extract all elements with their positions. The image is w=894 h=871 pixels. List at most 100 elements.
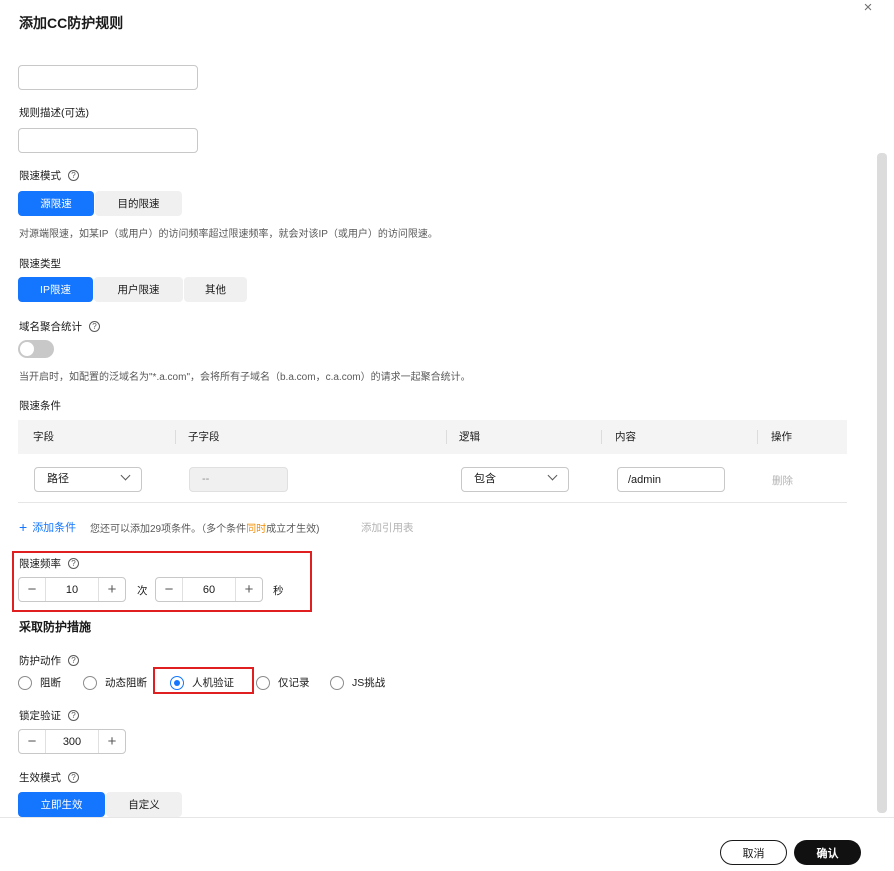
plus-icon[interactable]: + [98, 730, 125, 753]
rule-name-input[interactable] [18, 65, 198, 90]
conditions-hint: 您还可以添加29项条件。（多个条件同时成立才生效) [90, 520, 319, 535]
rule-desc-input[interactable] [18, 128, 198, 153]
limit-mode-option-source[interactable]: 源限速 [18, 191, 94, 216]
limit-mode-segment: 源限速 目的限速 [18, 191, 183, 216]
column-action: 操作 [771, 431, 792, 443]
logic-select-value: 包含 [474, 473, 496, 485]
rate-label-text: 限速频率 [19, 558, 61, 570]
limit-type-option-other[interactable]: 其他 [184, 277, 247, 302]
radio-label: JS挑战 [352, 677, 386, 689]
radio-label: 动态阻断 [105, 677, 147, 689]
limit-mode-description: 对源端限速，如某IP（或用户）的访问频率超过限速频率，就会对该IP（或用户）的访… [19, 229, 438, 240]
column-logic: 逻辑 [459, 431, 480, 443]
chevron-down-icon [547, 470, 558, 481]
lock-value[interactable]: 300 [46, 736, 98, 748]
effect-mode-option-custom[interactable]: 自定义 [106, 792, 182, 817]
column-separator [757, 430, 758, 444]
radio-circle [256, 675, 270, 690]
help-icon[interactable]: ? [68, 170, 79, 181]
add-condition-button[interactable]: + 添加条件 [19, 519, 76, 535]
cancel-button[interactable]: 取消 [720, 840, 787, 865]
column-separator [446, 430, 447, 444]
limit-mode-option-destination[interactable]: 目的限速 [95, 191, 182, 216]
conditions-table-header: 字段 子字段 逻辑 内容 操作 [18, 420, 847, 454]
domain-aggregation-label-text: 域名聚合统计 [19, 321, 82, 333]
lock-label-text: 锁定验证 [19, 710, 61, 722]
limit-mode-label-text: 限速模式 [19, 170, 61, 182]
limit-mode-label: 限速模式 ? [19, 168, 79, 183]
radio-label: 仅记录 [278, 677, 310, 689]
action-radio-block[interactable]: 阻断 [18, 675, 61, 690]
chevron-down-icon [120, 470, 131, 481]
help-icon[interactable]: ? [68, 558, 79, 569]
limit-type-option-ip[interactable]: IP限速 [18, 277, 93, 302]
content-input[interactable] [617, 467, 725, 492]
protection-action-label-text: 防护动作 [19, 655, 61, 667]
help-icon[interactable]: ? [89, 321, 100, 332]
add-reference-table-link[interactable]: 添加引用表 [361, 520, 414, 535]
radio-label: 阻断 [40, 677, 61, 689]
lock-stepper[interactable]: − 300 + [18, 729, 126, 754]
subfield-input: -- [189, 467, 288, 492]
domain-aggregation-toggle[interactable] [18, 340, 54, 358]
plus-icon[interactable]: + [98, 578, 125, 601]
action-radio-js-challenge[interactable]: JS挑战 [330, 675, 385, 690]
column-separator [175, 430, 176, 444]
confirm-button[interactable]: 确认 [794, 840, 861, 865]
delete-condition-link[interactable]: 删除 [772, 473, 793, 488]
column-separator [601, 430, 602, 444]
help-icon[interactable]: ? [68, 710, 79, 721]
hint-prefix: 您还可以添加29项条件。（多个条件 [90, 524, 247, 535]
field-select[interactable]: 路径 [34, 467, 142, 492]
lock-label: 锁定验证 ? [19, 708, 79, 723]
radio-circle [330, 675, 344, 690]
hint-highlight: 同时 [246, 524, 267, 535]
toggle-knob [20, 342, 34, 356]
hint-suffix: 成立才生效) [266, 524, 320, 535]
minus-icon[interactable]: − [19, 578, 46, 601]
add-condition-label: 添加条件 [32, 522, 77, 534]
minus-icon[interactable]: − [19, 730, 46, 753]
plus-icon: + [19, 519, 28, 535]
rate-count-unit: 次 [137, 585, 148, 597]
radio-circle [83, 675, 97, 690]
close-icon[interactable]: × [860, 0, 876, 16]
field-select-value: 路径 [47, 473, 69, 485]
minus-icon[interactable]: − [156, 578, 183, 601]
column-field: 字段 [33, 431, 54, 443]
rule-desc-label: 规则描述(可选) [19, 107, 89, 119]
effect-mode-segment: 立即生效 自定义 [18, 792, 183, 817]
effect-mode-option-immediate[interactable]: 立即生效 [18, 792, 105, 817]
domain-aggregation-label: 域名聚合统计 ? [19, 319, 100, 334]
dialog-title: 添加CC防护规则 [19, 15, 124, 31]
scrollbar[interactable] [877, 153, 887, 813]
limit-type-option-user[interactable]: 用户限速 [94, 277, 183, 302]
footer-divider [0, 817, 894, 818]
protection-action-label: 防护动作 ? [19, 653, 79, 668]
radio-label: 人机验证 [192, 677, 234, 689]
limit-type-label: 限速类型 [19, 258, 61, 270]
rate-period-stepper[interactable]: − 60 + [155, 577, 263, 602]
rate-period-value[interactable]: 60 [183, 584, 235, 596]
conditions-label: 限速条件 [19, 400, 61, 412]
radio-circle [170, 675, 184, 690]
radio-circle [18, 675, 32, 690]
help-icon[interactable]: ? [68, 655, 79, 666]
action-radio-captcha[interactable]: 人机验证 [170, 675, 234, 690]
action-radio-log-only[interactable]: 仅记录 [256, 675, 310, 690]
action-radio-dynamic-block[interactable]: 动态阻断 [83, 675, 147, 690]
column-content: 内容 [615, 431, 636, 443]
protection-section-title: 采取防护措施 [19, 620, 92, 634]
domain-aggregation-description: 当开启时，如配置的泛域名为"*.a.com"，会将所有子域名（b.a.com，c… [19, 372, 471, 383]
plus-icon[interactable]: + [235, 578, 262, 601]
rate-period-unit: 秒 [273, 585, 284, 597]
rate-count-value[interactable]: 10 [46, 584, 98, 596]
rate-label: 限速频率 ? [19, 556, 79, 571]
effect-mode-label: 生效模式 ? [19, 770, 79, 785]
table-row-separator [18, 502, 847, 503]
help-icon[interactable]: ? [68, 772, 79, 783]
rate-count-stepper[interactable]: − 10 + [18, 577, 126, 602]
column-subfield: 子字段 [188, 431, 220, 443]
logic-select[interactable]: 包含 [461, 467, 569, 492]
limit-type-segment: IP限速 用户限速 其他 [18, 277, 248, 302]
